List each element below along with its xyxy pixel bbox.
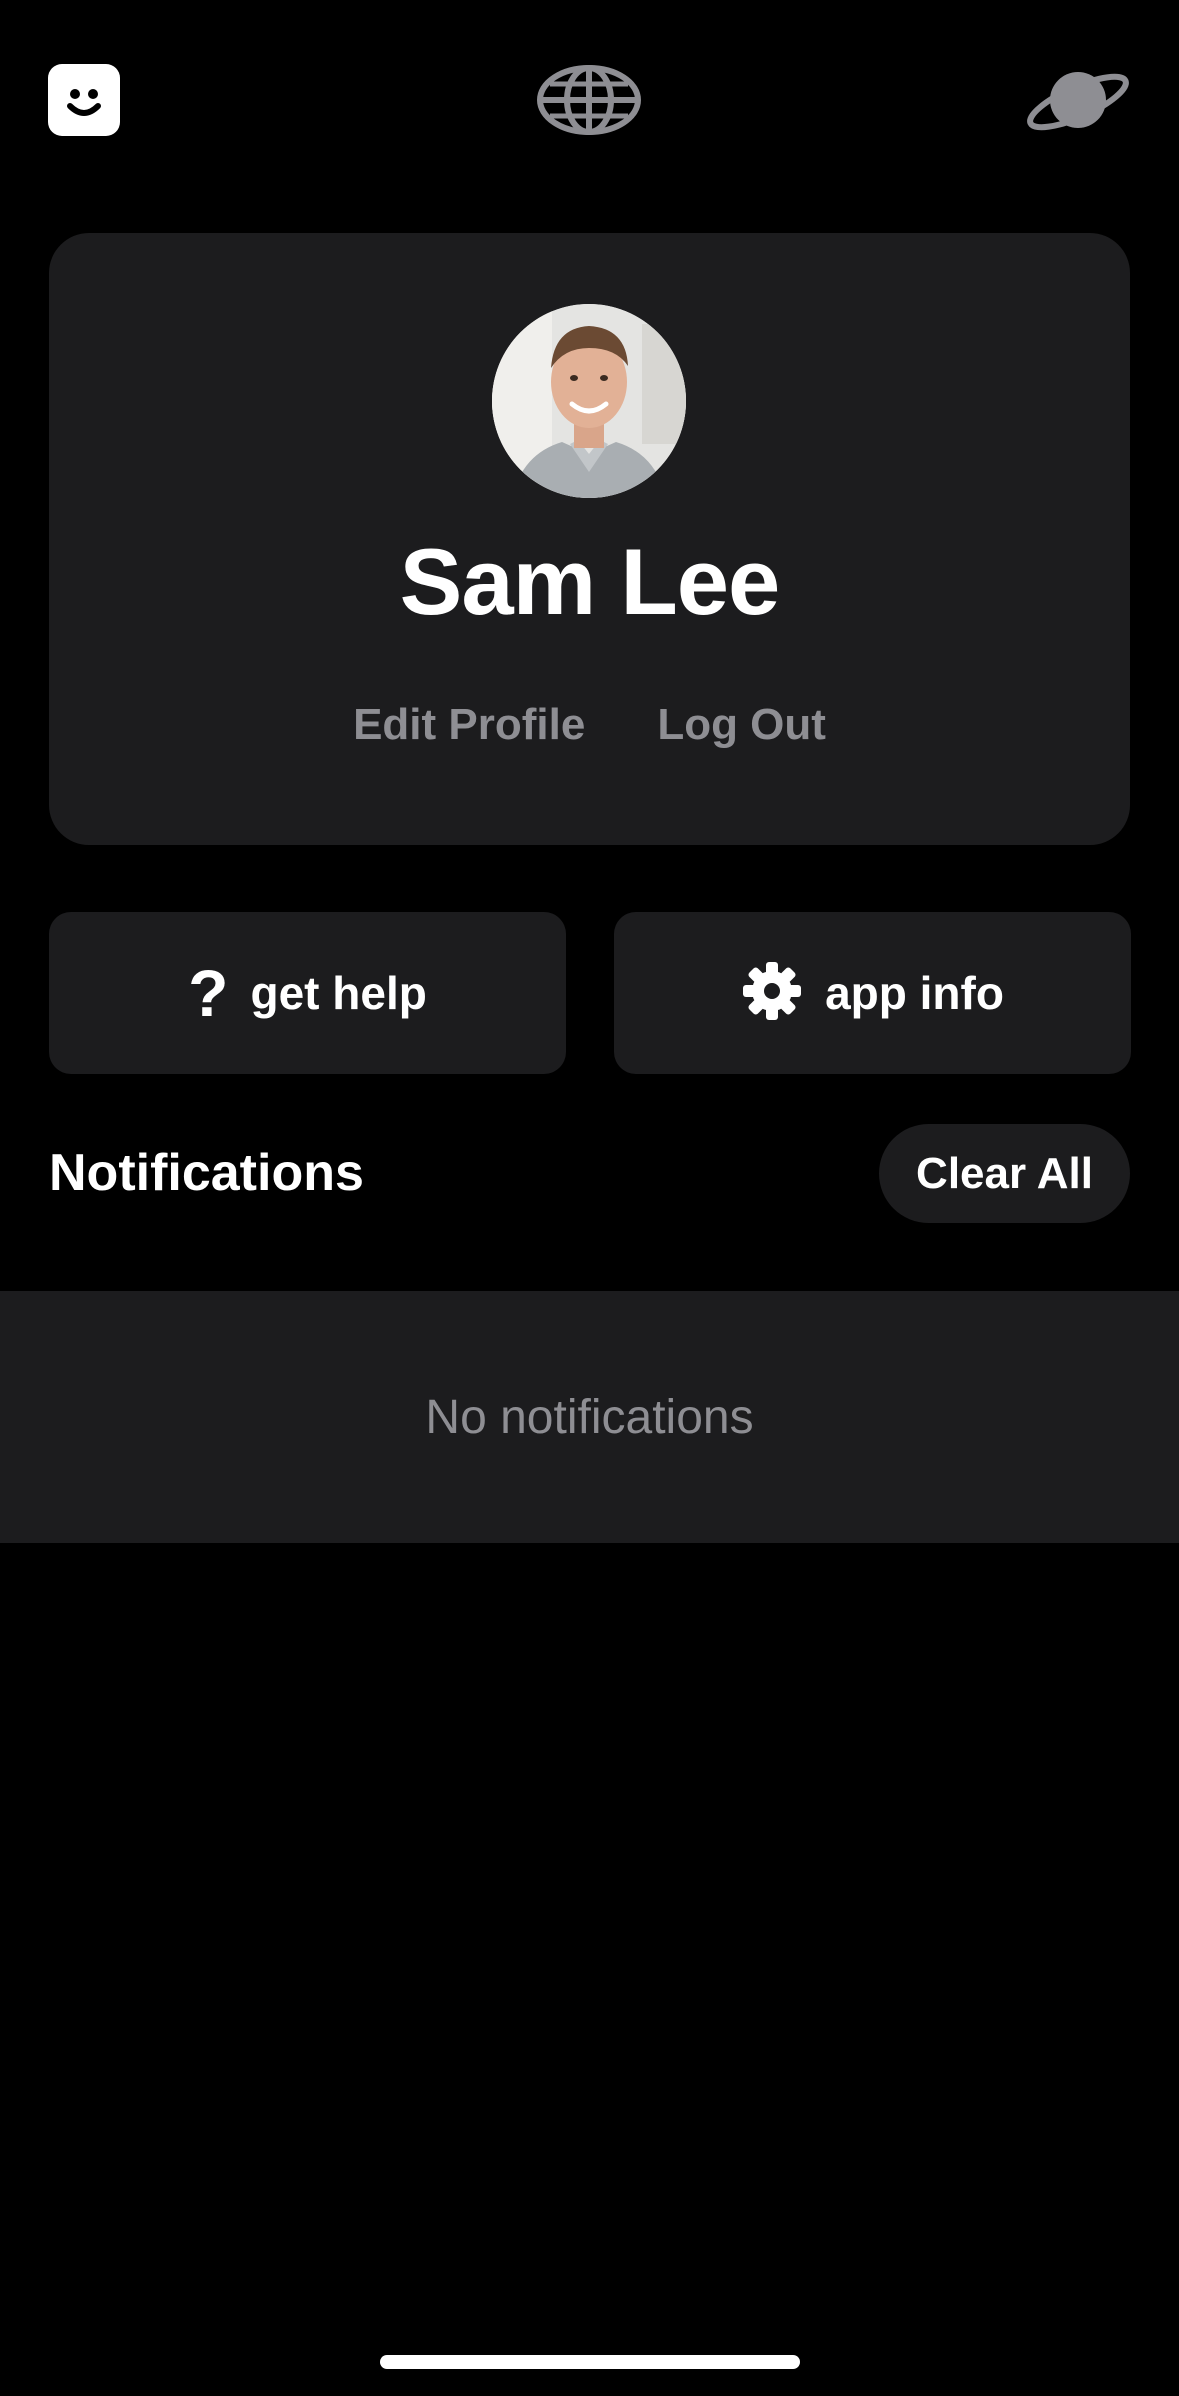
globe-icon[interactable]: [536, 64, 642, 136]
profile-links: Edit Profile Log Out: [49, 700, 1130, 750]
get-help-label: get help: [250, 967, 427, 1019]
app-info-label: app info: [825, 967, 1004, 1019]
notifications-panel: No notifications: [0, 1291, 1179, 1543]
gear-icon: [741, 960, 803, 1027]
avatar: [492, 304, 686, 498]
notifications-heading: Notifications: [49, 1144, 364, 1202]
planet-icon[interactable]: [1024, 58, 1132, 142]
empty-notifications-text: No notifications: [425, 1390, 754, 1444]
question-mark-icon: ?: [188, 956, 229, 1030]
clear-all-button[interactable]: Clear All: [879, 1124, 1130, 1223]
smiley-face-icon[interactable]: [48, 64, 120, 136]
edit-profile-link[interactable]: Edit Profile: [353, 700, 585, 750]
app-info-button[interactable]: app info: [614, 912, 1131, 1074]
profile-name: Sam Lee: [399, 529, 781, 634]
home-indicator[interactable]: [380, 2355, 800, 2369]
get-help-button[interactable]: ? get help: [49, 912, 566, 1074]
log-out-link[interactable]: Log Out: [657, 700, 826, 750]
